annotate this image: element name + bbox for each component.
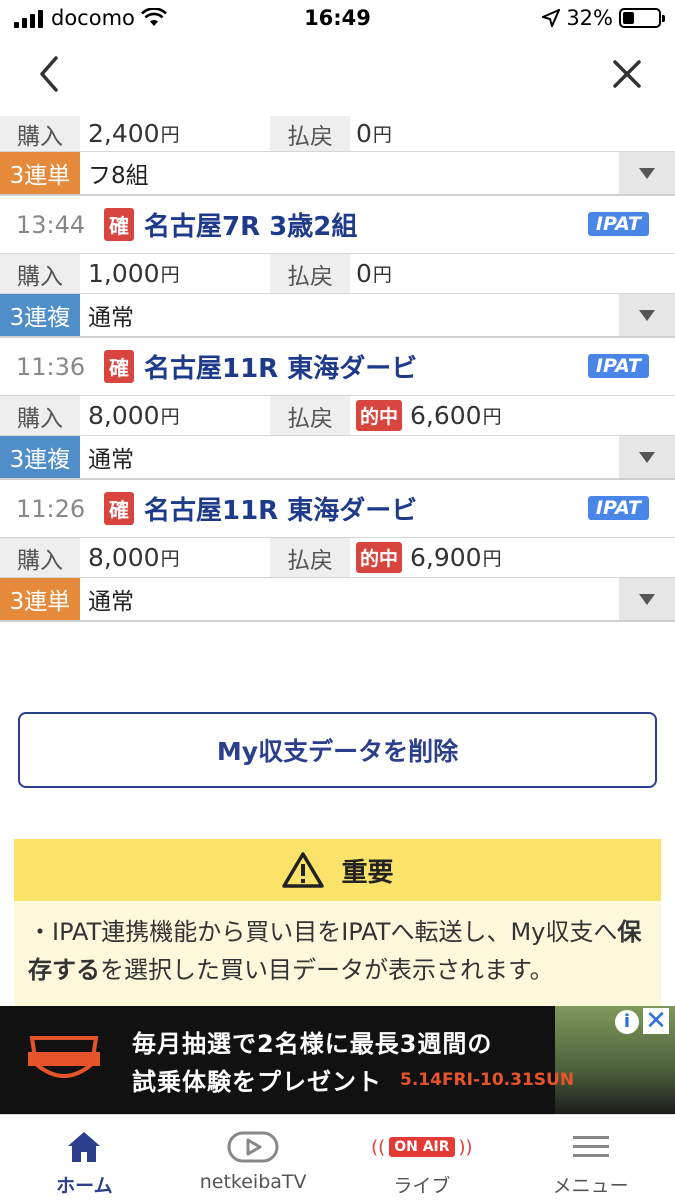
ipat-badge: IPAT (587, 212, 649, 236)
purchase-row: 購入 1,000 円 払戻 0円 (0, 254, 675, 294)
warning-icon (282, 852, 325, 888)
buy-label: 購入 (0, 116, 80, 151)
buy-amount: 8,000 円 (88, 543, 180, 572)
bet-type-row[interactable]: 3連複 通常 (0, 294, 675, 338)
on-air-icon: ((ON AIR)) (371, 1136, 473, 1158)
tab-label: メニュー (552, 1175, 629, 1197)
tab-label: ホーム (56, 1175, 113, 1197)
return-amount: 的中 6,900 円 (350, 538, 675, 577)
bet-detail: 通常 (88, 447, 134, 473)
chevron-down-icon (639, 451, 655, 463)
ad-campaign-date: 5.14FRI-10.31SUN (400, 1070, 575, 1090)
expand-toggle[interactable] (619, 152, 675, 194)
bet-type-label: 3連複 (0, 294, 80, 336)
tab-label: netkeibaTV (199, 1171, 307, 1193)
return-label: 払戻 (270, 254, 350, 293)
chevron-left-icon[interactable] (30, 52, 70, 96)
purchase-row: 購入 2,400 円 払戻 0円 (0, 116, 675, 152)
tab-bar: ホーム netkeibaTV ((ON AIR)) ライブ メニュー (0, 1114, 675, 1200)
tab-home[interactable]: ホーム (0, 1115, 169, 1200)
ad-headline: 毎月抽選で2名様に最長3週間の (132, 1030, 493, 1058)
return-label: 払戻 (270, 116, 350, 151)
tab-label: ライブ (393, 1175, 451, 1197)
tab-menu[interactable]: メニュー (506, 1115, 675, 1200)
expand-toggle[interactable] (619, 578, 675, 620)
race-name[interactable]: 名古屋11R 東海ダービ (144, 348, 417, 385)
return-label: 払戻 (270, 538, 350, 577)
purchase-row: 購入 8,000 円 払戻 的中 6,600 円 (0, 396, 675, 436)
delete-data-button[interactable]: My収支データを削除 (18, 712, 657, 788)
race-time: 11:26 (16, 494, 86, 523)
bet-detail: 通常 (88, 589, 134, 615)
status-bar: docomo 16:49 32% (0, 0, 675, 40)
buy-amount: 2,400 円 (88, 119, 180, 148)
bet-type-label: 3連複 (0, 436, 80, 478)
notice-header: 重要 (14, 839, 661, 901)
return-amount: 的中 6,600 円 (350, 396, 675, 435)
ad-subline: 試乗体験をプレゼント (132, 1068, 382, 1096)
race-name[interactable]: 名古屋7R 3歳2組 (144, 206, 357, 243)
notice-body: ・IPAT連携機能から買い目をIPATへ転送し、My収支へ保存するを選択した買い… (14, 901, 661, 1009)
tab-live[interactable]: ((ON AIR)) ライブ (338, 1115, 507, 1200)
buy-amount: 8,000 円 (88, 401, 180, 430)
navigation-bar (0, 40, 675, 116)
purchase-history-list: 購入 2,400 円 払戻 0円 3連単 フ8組 13:44 確 名古屋7R 3歳… (0, 116, 675, 622)
expand-toggle[interactable] (619, 436, 675, 478)
race-header[interactable]: 11:36 確 名古屋11R 東海ダービ IPAT (0, 338, 675, 396)
race-name[interactable]: 名古屋11R 東海ダービ (144, 490, 417, 527)
return-amount: 0円 (356, 259, 392, 288)
tv-play-icon (227, 1131, 279, 1163)
bet-type-row[interactable]: 3連単 フ8組 (0, 152, 675, 196)
race-header[interactable]: 11:26 確 名古屋11R 東海ダービ IPAT (0, 480, 675, 538)
chevron-down-icon (639, 167, 655, 179)
ipat-badge: IPAT (587, 496, 649, 520)
confirmed-badge: 確 (104, 350, 134, 383)
bet-detail: 通常 (88, 305, 134, 331)
purchase-row: 購入 8,000 円 払戻 的中 6,900 円 (0, 538, 675, 578)
ad-close-icon[interactable]: ✕ (643, 1008, 669, 1034)
battery-icon (619, 8, 665, 28)
return-amount: 0円 (356, 119, 392, 148)
confirmed-badge: 確 (104, 208, 134, 241)
bet-type-label: 3連単 (0, 578, 80, 620)
location-arrow-icon (542, 9, 561, 27)
hit-badge: 的中 (356, 400, 403, 431)
close-icon[interactable] (609, 54, 645, 94)
ad-info-icon[interactable]: i (615, 1010, 639, 1034)
menu-icon (572, 1136, 609, 1157)
expand-toggle[interactable] (619, 294, 675, 336)
bet-type-row[interactable]: 3連単 通常 (0, 578, 675, 622)
race-header[interactable]: 13:44 確 名古屋7R 3歳2組 IPAT (0, 196, 675, 254)
return-label: 払戻 (270, 396, 350, 435)
bet-type-row[interactable]: 3連複 通常 (0, 436, 675, 480)
chevron-down-icon (639, 593, 655, 605)
bet-detail: フ8組 (88, 163, 149, 189)
confirmed-badge: 確 (104, 492, 134, 525)
chevron-down-icon (639, 309, 655, 321)
race-time: 13:44 (16, 210, 86, 239)
brand-logo-icon (28, 1036, 100, 1078)
hit-badge: 的中 (356, 542, 403, 573)
buy-label: 購入 (0, 538, 80, 577)
race-time: 11:36 (16, 352, 86, 381)
home-icon (68, 1132, 101, 1162)
bet-type-label: 3連単 (0, 152, 80, 194)
buy-amount: 1,000 円 (88, 259, 180, 288)
ad-banner[interactable]: 毎月抽選で2名様に最長3週間の 試乗体験をプレゼント 5.14FRI-10.31… (0, 1006, 675, 1114)
notice-title: 重要 (341, 857, 394, 888)
on-air-badge: ON AIR (389, 1137, 455, 1157)
battery-level (623, 12, 634, 24)
buy-label: 購入 (0, 396, 80, 435)
tab-netkeibatv[interactable]: netkeibaTV (169, 1115, 338, 1200)
ipat-badge: IPAT (587, 354, 649, 378)
buy-label: 購入 (0, 254, 80, 293)
battery-percentage: 32% (566, 6, 613, 30)
important-notice: 重要 ・IPAT連携機能から買い目をIPATへ転送し、My収支へ保存するを選択し… (14, 839, 661, 1009)
